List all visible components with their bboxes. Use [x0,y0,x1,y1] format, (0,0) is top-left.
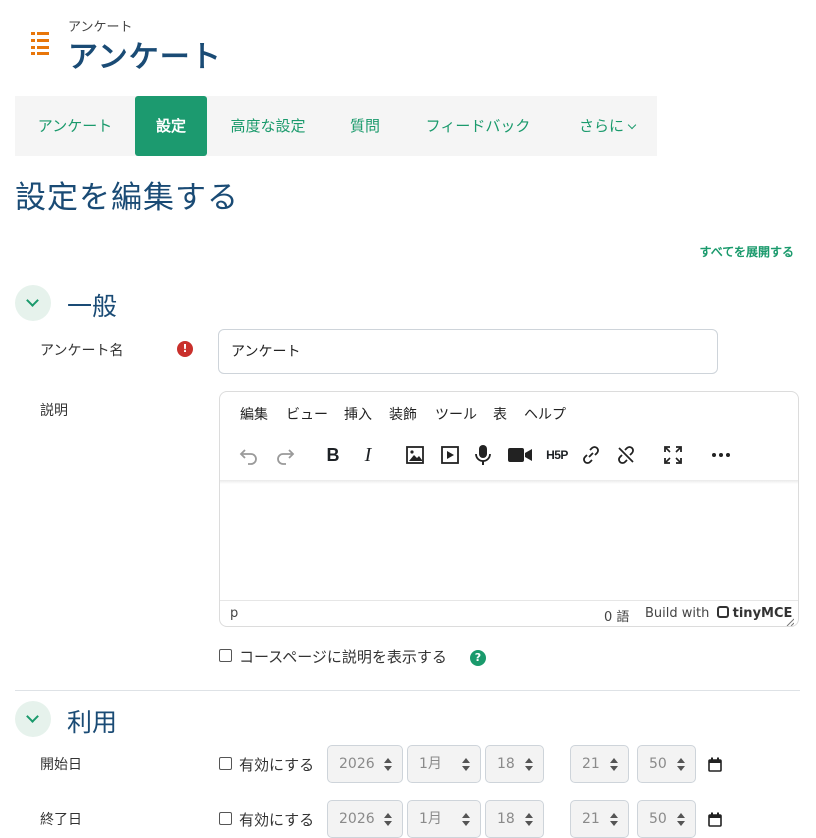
menu-insert[interactable]: 挿入 [344,404,372,424]
fullscreen-icon[interactable] [660,442,686,468]
resize-handle-icon[interactable] [786,615,795,626]
start-enable-label: 有効にする [239,756,315,774]
show-description-checkbox[interactable] [219,649,232,662]
editor-statusbar: p 0 語 Build with tinyMCE [220,600,798,626]
calendar-icon[interactable] [708,812,722,827]
survey-name-label: アンケート名 [40,343,124,359]
expand-all-link[interactable]: すべてを展開する [700,243,794,260]
start-month-select[interactable]: 1月 [407,745,481,783]
element-path[interactable]: p [230,606,238,621]
menu-table[interactable]: 表 [493,404,507,424]
h5p-icon[interactable]: H5P [542,442,572,468]
section-general-title: 一般 [67,292,118,321]
editor-toolbar: B I H5P [220,442,798,472]
section-availability-toggle[interactable] [15,701,51,737]
end-enable-checkbox[interactable] [219,812,232,825]
end-date-label: 終了日 [40,812,82,828]
survey-module-icon [30,30,52,56]
end-year-value: 2026 [339,811,375,827]
section-general-toggle[interactable] [15,285,51,321]
survey-name-value: アンケート [231,344,301,360]
unlink-icon[interactable] [613,442,639,468]
image-icon[interactable] [402,442,428,468]
end-minute-value: 50 [649,811,667,827]
secondary-navigation: アンケート 設定 高度な設定 質問 フィードバック さらに [15,96,657,156]
select-arrows-icon [384,813,392,827]
start-month-value: 1月 [419,756,442,772]
brand-prefix: Build with [645,606,710,621]
select-arrows-icon [610,758,618,772]
tab-survey[interactable]: アンケート [33,96,117,156]
section-divider [15,690,800,691]
start-year-value: 2026 [339,756,375,772]
start-date-label: 開始日 [40,757,82,773]
chevron-down-icon [26,710,39,723]
microphone-icon[interactable] [470,442,496,468]
tab-settings[interactable]: 設定 [135,96,207,156]
tab-more[interactable]: さらに [575,96,639,156]
select-arrows-icon [462,813,470,827]
menu-format[interactable]: 装飾 [389,404,417,424]
survey-name-input[interactable]: アンケート [218,329,718,374]
select-arrows-icon [384,758,392,772]
page-title: アンケート [68,40,222,75]
word-count[interactable]: 0 語 [604,606,629,625]
description-editor[interactable]: 編集 ビュー 挿入 装飾 ツール 表 ヘルプ B I H5P p 0 語 Bui… [219,391,799,627]
italic-icon[interactable]: I [355,442,381,468]
calendar-icon[interactable] [708,757,722,772]
tinymce-brand[interactable]: Build with tinyMCE [645,606,792,621]
select-arrows-icon [677,813,685,827]
menu-help[interactable]: ヘルプ [524,404,566,424]
end-day-value: 18 [497,811,515,827]
chevron-down-icon [627,120,637,130]
end-year-select[interactable]: 2026 [327,800,403,838]
end-hour-select[interactable]: 21 [570,800,629,838]
tab-feedback[interactable]: フィードバック [421,96,535,156]
menu-view[interactable]: ビュー [286,404,328,424]
form-heading: 設定を編集する [15,180,239,216]
end-hour-value: 21 [582,811,600,827]
select-arrows-icon [610,813,618,827]
toolbar-shadow [220,480,798,484]
required-icon: ! [177,341,193,357]
start-hour-value: 21 [582,756,600,772]
select-arrows-icon [462,758,470,772]
question-icon[interactable]: ? [470,650,486,666]
start-enable-checkbox[interactable] [219,757,232,770]
brand-name: tinyMCE [732,606,793,621]
start-year-select[interactable]: 2026 [327,745,403,783]
redo-icon[interactable] [272,442,298,468]
tab-advanced-settings[interactable]: 高度な設定 [227,96,309,156]
more-icon[interactable] [708,442,734,468]
end-month-select[interactable]: 1月 [407,800,481,838]
start-minute-value: 50 [649,756,667,772]
end-month-value: 1月 [419,811,442,827]
select-arrows-icon [677,758,685,772]
video-camera-icon[interactable] [507,442,533,468]
chevron-down-icon [26,294,39,307]
start-day-value: 18 [497,756,515,772]
end-day-select[interactable]: 18 [485,800,544,838]
show-description-label: コースページに説明を表示する [239,648,447,666]
section-availability-title: 利用 [67,708,118,737]
menu-tools[interactable]: ツール [435,404,477,424]
start-day-select[interactable]: 18 [485,745,544,783]
h5p-label: H5P [546,448,568,462]
tinymce-logo-icon [716,606,729,618]
bold-icon[interactable]: B [320,442,346,468]
media-icon[interactable] [437,442,463,468]
tab-questions[interactable]: 質問 [348,96,382,156]
select-arrows-icon [525,813,533,827]
undo-icon[interactable] [236,442,262,468]
description-label: 説明 [40,403,68,419]
select-arrows-icon [525,758,533,772]
link-icon[interactable] [578,442,604,468]
start-hour-select[interactable]: 21 [570,745,629,783]
menu-edit[interactable]: 編集 [240,404,268,424]
end-minute-select[interactable]: 50 [637,800,696,838]
start-minute-select[interactable]: 50 [637,745,696,783]
